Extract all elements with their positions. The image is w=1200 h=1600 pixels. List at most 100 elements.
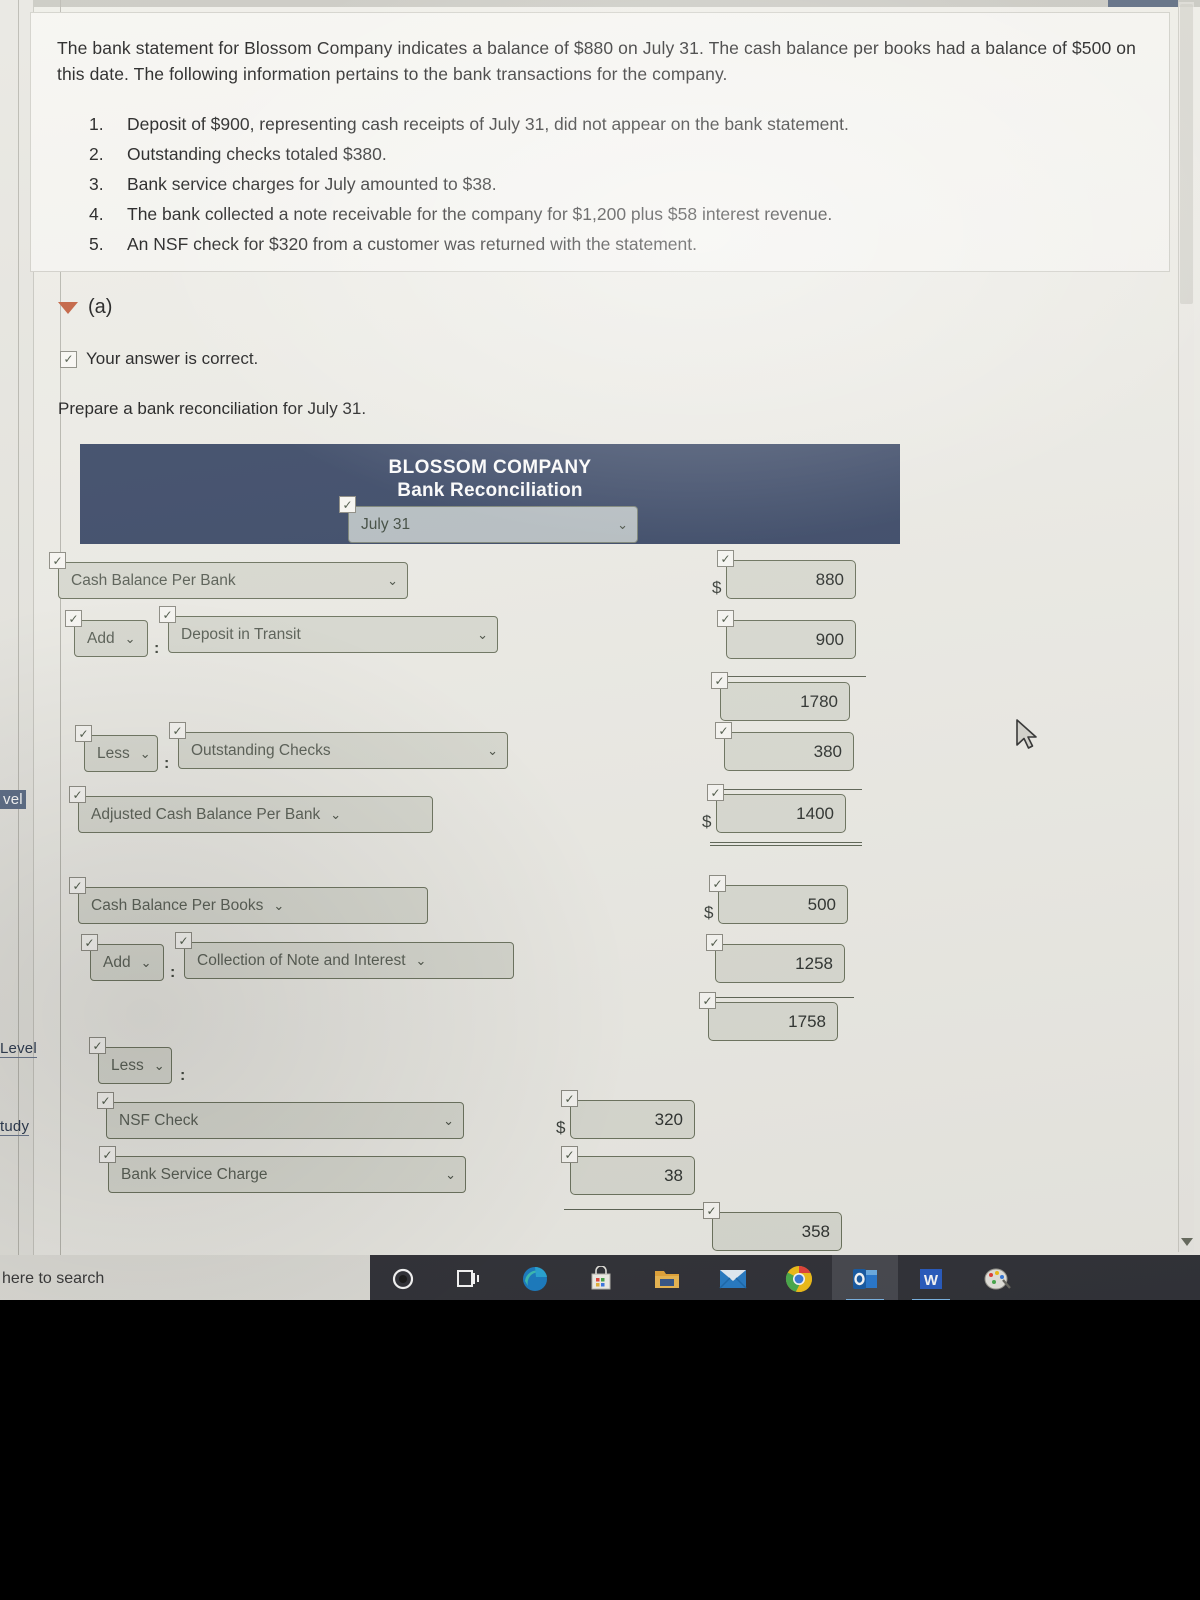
- bank-adjusted-label-select[interactable]: Adjusted Cash Balance Per Bank ⌄: [78, 796, 433, 833]
- check-icon: [69, 877, 86, 894]
- bank-add-label-wrap[interactable]: Deposit in Transit ⌄: [159, 606, 498, 653]
- mail-icon[interactable]: [700, 1255, 766, 1300]
- colon-separator: :: [180, 1067, 186, 1084]
- bank-less-operator-wrap[interactable]: Less ⌄: [75, 725, 158, 772]
- paint-icon[interactable]: [964, 1255, 1030, 1300]
- bank-add-amount-wrap[interactable]: 900: [717, 610, 856, 659]
- bank-less-amount-wrap[interactable]: 380: [715, 722, 854, 771]
- date-select-wrap[interactable]: July 31 ⌄: [339, 496, 638, 543]
- bank-add-label-select[interactable]: Deposit in Transit ⌄: [168, 616, 498, 653]
- bank-adjusted-label-wrap[interactable]: Adjusted Cash Balance Per Bank ⌄: [69, 786, 433, 833]
- list-item: Deposit of $900, representing cash recei…: [89, 109, 849, 139]
- bank-subtotal-input[interactable]: 1780: [720, 682, 850, 721]
- bank-add-operator-wrap[interactable]: Add ⌄: [65, 610, 148, 657]
- check-icon: [175, 932, 192, 949]
- adjusted-rule: [716, 789, 862, 790]
- chevron-down-icon: ⌄: [443, 1112, 454, 1128]
- microsoft-store-icon[interactable]: [568, 1255, 634, 1300]
- answer-status-text: Your answer is correct.: [86, 349, 259, 368]
- books-add-label-wrap[interactable]: Collection of Note and Interest ⌄: [175, 932, 514, 979]
- books-opening-label-wrap[interactable]: Cash Balance Per Books ⌄: [69, 877, 428, 924]
- photo-black-border: [0, 1303, 1200, 1600]
- chevron-down-icon: ⌄: [617, 516, 628, 532]
- books-less-total-value: 358: [801, 1221, 830, 1241]
- company-name: BLOSSOM COMPANY: [388, 457, 592, 478]
- chevron-down-icon: ⌄: [387, 572, 398, 588]
- books-add-label-select[interactable]: Collection of Note and Interest ⌄: [184, 942, 514, 979]
- bank-less-label-select[interactable]: Outstanding Checks ⌄: [178, 732, 508, 769]
- cortana-circle-icon[interactable]: [370, 1255, 436, 1300]
- assignment-content-pane: The bank statement for Blossom Company i…: [22, 4, 1177, 1252]
- taskbar-search-area[interactable]: here to search: [0, 1255, 370, 1300]
- bank-add-operator-select[interactable]: Add ⌄: [74, 620, 148, 657]
- books-less-total-input[interactable]: 358: [712, 1212, 842, 1251]
- bank-add-operator-value: Add: [87, 629, 115, 647]
- scroll-down-arrow-icon[interactable]: [1181, 1238, 1193, 1246]
- bank-less-operator-select[interactable]: Less ⌄: [84, 735, 158, 772]
- check-icon: [717, 550, 734, 567]
- books-less-total-wrap[interactable]: 358: [703, 1202, 842, 1251]
- books-less-item-2-amount-wrap[interactable]: 38: [561, 1146, 695, 1195]
- bank-add-amount-input[interactable]: 900: [726, 620, 856, 659]
- svg-text:W: W: [924, 1272, 939, 1289]
- subtotal-rule: [720, 676, 866, 677]
- bank-opening-amount-input[interactable]: 880: [726, 560, 856, 599]
- check-icon: [717, 610, 734, 627]
- task-view-icon[interactable]: [436, 1255, 502, 1300]
- bank-opening-label-select[interactable]: Cash Balance Per Bank ⌄: [58, 562, 408, 599]
- currency-symbol: $: [702, 812, 712, 831]
- books-add-operator-select[interactable]: Add ⌄: [90, 944, 164, 981]
- books-less-operator-select[interactable]: Less ⌄: [98, 1047, 172, 1084]
- books-subtotal-input[interactable]: 1758: [708, 1002, 838, 1041]
- bank-less-label-wrap[interactable]: Outstanding Checks ⌄: [169, 722, 508, 769]
- part-label: (a): [88, 296, 113, 318]
- books-add-operator-wrap[interactable]: Add ⌄: [81, 934, 164, 981]
- bank-adjusted-amount-input[interactable]: 1400: [716, 794, 846, 833]
- chevron-down-icon: ⌄: [487, 742, 498, 758]
- vertical-scrollbar[interactable]: [1178, 2, 1194, 1252]
- bank-opening-label-wrap[interactable]: Cash Balance Per Bank ⌄: [49, 552, 408, 599]
- part-a-toggle[interactable]: (a): [58, 296, 112, 319]
- colon-separator: :: [164, 755, 170, 772]
- books-less-item-2-label-wrap[interactable]: Bank Service Charge ⌄: [99, 1146, 466, 1193]
- list-item: Bank service charges for July amounted t…: [89, 169, 497, 199]
- chrome-browser-icon[interactable]: [766, 1255, 832, 1300]
- check-icon: [89, 1037, 106, 1054]
- word-icon[interactable]: W: [898, 1255, 964, 1300]
- check-icon: [159, 606, 176, 623]
- books-less-item-1-amount-input[interactable]: 320: [570, 1100, 695, 1139]
- books-less-item-1-label-select[interactable]: NSF Check ⌄: [106, 1102, 464, 1139]
- check-icon: [707, 784, 724, 801]
- chevron-down-icon: ⌄: [139, 745, 151, 761]
- bank-adjusted-amount-wrap[interactable]: $ 1400: [702, 784, 846, 833]
- books-subtotal-wrap[interactable]: 1758: [699, 992, 838, 1041]
- windows-taskbar: here to search W: [0, 1255, 1200, 1300]
- books-less-item-1-label-wrap[interactable]: NSF Check ⌄: [97, 1092, 464, 1139]
- books-opening-amount-input[interactable]: 500: [718, 885, 848, 924]
- currency-symbol: $: [556, 1118, 566, 1137]
- books-add-amount-wrap[interactable]: 1258: [706, 934, 845, 983]
- list-item: The bank collected a note receivable for…: [89, 199, 833, 229]
- books-add-amount-input[interactable]: 1258: [715, 944, 845, 983]
- edge-browser-icon[interactable]: [502, 1255, 568, 1300]
- worksheet-title: Bank Reconciliation: [397, 480, 583, 501]
- file-explorer-icon[interactable]: [634, 1255, 700, 1300]
- scrollbar-thumb[interactable]: [1180, 4, 1193, 304]
- books-less-operator-wrap[interactable]: Less ⌄: [89, 1037, 172, 1084]
- bank-subtotal-wrap[interactable]: 1780: [711, 672, 850, 721]
- bank-opening-amount-wrap[interactable]: $ 880: [712, 550, 856, 599]
- cursor-arrow-icon: [1016, 719, 1037, 749]
- books-less-item-2-amount-input[interactable]: 38: [570, 1156, 695, 1195]
- books-less-item-1-amount-wrap[interactable]: $ 320: [556, 1090, 695, 1139]
- books-opening-label-value: Cash Balance Per Books: [91, 896, 264, 914]
- books-less-item-2-label-select[interactable]: Bank Service Charge ⌄: [108, 1156, 466, 1193]
- books-opening-label-select[interactable]: Cash Balance Per Books ⌄: [78, 887, 428, 924]
- bank-add-label-value: Deposit in Transit: [181, 625, 301, 643]
- books-opening-amount-wrap[interactable]: $ 500: [704, 875, 848, 924]
- outlook-icon[interactable]: [832, 1255, 898, 1300]
- taskbar-icons-area: W: [370, 1255, 1200, 1300]
- bank-subtotal-value: 1780: [800, 691, 838, 711]
- date-select[interactable]: July 31 ⌄: [348, 506, 638, 543]
- bank-less-amount-input[interactable]: 380: [724, 732, 854, 771]
- check-icon: [711, 672, 728, 689]
